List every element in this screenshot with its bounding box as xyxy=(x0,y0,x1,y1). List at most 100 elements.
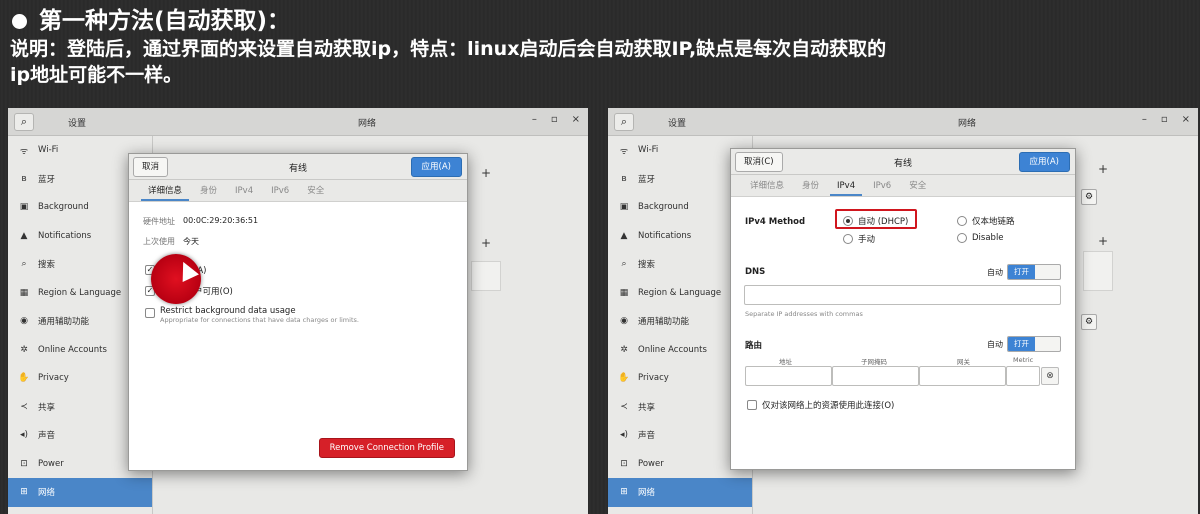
restrict-checkbox[interactable]: Restrict background data usage Appropria… xyxy=(145,306,359,324)
add-icon[interactable]: + xyxy=(1098,234,1108,248)
route-auto-toggle[interactable]: 打开 xyxy=(1007,336,1061,352)
toggle-on-label: 打开 xyxy=(1008,337,1035,351)
sidebar-item-label: 共享 xyxy=(638,402,656,413)
sidebar-item-label: Online Accounts xyxy=(38,344,107,355)
route-gateway-input[interactable] xyxy=(919,366,1006,386)
tab-3[interactable]: IPv6 xyxy=(866,175,898,196)
sidebar-item-label: 共享 xyxy=(38,402,56,413)
add-icon[interactable]: + xyxy=(481,166,491,180)
delete-route-icon[interactable]: ⊗ xyxy=(1041,367,1059,385)
sidebar-item-label: Notifications xyxy=(38,230,92,241)
privacy-icon: ✋ xyxy=(618,373,630,384)
wifi-icon: ᯤ xyxy=(19,146,29,157)
dialog-header: 取消(C) 有线 应用(A) xyxy=(731,149,1075,175)
search-icon: ⌕ xyxy=(620,115,628,128)
network-icon: ⊞ xyxy=(620,487,628,498)
hw-address-row: 硬件地址 00:0C:29:20:36:51 xyxy=(143,216,258,227)
radio-selected-icon xyxy=(843,216,853,226)
tab-1[interactable]: 身份 xyxy=(193,180,224,201)
maximize-icon[interactable]: ▫ xyxy=(1161,114,1168,125)
tab-4[interactable]: 安全 xyxy=(300,180,331,201)
network-title: 网络 xyxy=(358,119,377,129)
dns-auto-toggle[interactable]: 打开 xyxy=(1007,264,1061,280)
col-netmask: 子网掩码 xyxy=(861,358,887,366)
ipv4-method-label: IPv4 Method xyxy=(745,217,806,227)
radio-auto-dhcp[interactable]: 自动 (DHCP) xyxy=(843,215,908,227)
remove-connection-button[interactable]: Remove Connection Profile xyxy=(318,438,455,458)
route-metric-input[interactable] xyxy=(1006,366,1040,386)
route-auto-label: 自动 xyxy=(987,340,1003,349)
only-local-label: 仅对该网络上的资源使用此连接(O) xyxy=(762,401,895,411)
close-icon[interactable]: × xyxy=(572,114,580,125)
bell-icon: ▲ xyxy=(20,230,28,241)
tab-2[interactable]: IPv4 xyxy=(228,180,260,201)
bullet-icon xyxy=(12,13,27,29)
restrict-sublabel: Appropriate for connections that have da… xyxy=(160,316,359,324)
sidebar-item-label: Power xyxy=(38,458,64,469)
radio-icon xyxy=(957,216,967,226)
gear-icon[interactable]: ⚙ xyxy=(1081,314,1097,330)
heading-desc-line1: 说明：登陆后，通过界面的来设置自动获取ip，特点：linux启动后会自动获取IP… xyxy=(10,38,887,60)
window-controls: – ▫ × xyxy=(532,114,580,125)
sidebar-item-network[interactable]: ⊞ 网络 xyxy=(8,478,152,507)
network-icon: ⊞ xyxy=(20,487,28,498)
titlebar: ⌕ 设置 网络 – ▫ × xyxy=(8,108,588,136)
power-icon: ⊡ xyxy=(620,458,628,469)
tab-1[interactable]: 身份 xyxy=(795,175,826,196)
sidebar-item-label: 通用辅助功能 xyxy=(38,317,90,328)
dialog-header: 取消 有线 应用(A) xyxy=(129,154,467,180)
radio-disable[interactable]: Disable xyxy=(957,233,1004,243)
maximize-icon[interactable]: ▫ xyxy=(551,114,558,125)
tab-2[interactable]: IPv4 xyxy=(830,175,863,196)
minimize-icon[interactable]: – xyxy=(1142,114,1147,125)
bluetooth-icon: ʙ xyxy=(621,173,627,184)
network-title: 网络 xyxy=(958,119,977,129)
last-used-value: 今天 xyxy=(183,237,199,246)
route-address-input[interactable] xyxy=(745,366,832,386)
sidebar-item-network[interactable]: ⊞ 网络 xyxy=(608,478,752,507)
region-icon: ▦ xyxy=(19,287,29,298)
last-used-row: 上次使用 今天 xyxy=(143,236,199,247)
wired-dialog: 取消 有线 应用(A) 详细信息 身份 IPv4 IPv6 安全 硬件地址 00:0C:… xyxy=(128,153,468,471)
window-controls: – ▫ × xyxy=(1142,114,1190,125)
tab-0[interactable]: 详细信息 xyxy=(141,180,190,201)
accessibility-icon: ◉ xyxy=(620,316,628,327)
radio-manual[interactable]: 手动 xyxy=(843,233,875,245)
panel-row xyxy=(1083,251,1113,291)
search-button[interactable]: ⌕ xyxy=(14,113,34,131)
dns-input[interactable] xyxy=(744,285,1061,305)
add-icon[interactable]: + xyxy=(1098,162,1108,176)
add-icon[interactable]: + xyxy=(481,236,491,250)
search-button[interactable]: ⌕ xyxy=(614,113,634,131)
tab-0[interactable]: 详细信息 xyxy=(743,175,791,196)
sidebar-item-label: 蓝牙 xyxy=(638,174,656,185)
sidebar-item-label: Privacy xyxy=(638,373,669,384)
route-netmask-input[interactable] xyxy=(832,366,919,386)
radio-link-local-label: 仅本地链路 xyxy=(972,217,1015,227)
close-icon[interactable]: × xyxy=(1182,114,1190,125)
apply-button[interactable]: 应用(A) xyxy=(1018,152,1070,172)
sidebar-item-label: 搜索 xyxy=(38,260,56,271)
wifi-icon: ᯤ xyxy=(619,146,629,157)
tab-4[interactable]: 安全 xyxy=(902,175,933,196)
online-accounts-icon: ✲ xyxy=(20,344,28,355)
minimize-icon[interactable]: – xyxy=(532,114,537,125)
radio-link-local[interactable]: 仅本地链路 xyxy=(957,215,1015,227)
online-accounts-icon: ✲ xyxy=(620,344,628,355)
sidebar-item-label: 通用辅助功能 xyxy=(638,317,690,328)
radio-icon xyxy=(843,234,853,244)
sidebar-item-label: 网络 xyxy=(38,488,56,499)
only-local-checkbox[interactable]: 仅对该网络上的资源使用此连接(O) xyxy=(747,399,894,411)
settings-window-right: ⌕ 设置 网络 – ▫ × ᯤ Wi-Fi ʙ 蓝牙 ▣ Background ▲ Notif… xyxy=(608,108,1198,514)
radio-icon xyxy=(957,233,967,243)
sidebar-item-label: 蓝牙 xyxy=(38,174,56,185)
share-icon: ≺ xyxy=(620,401,628,412)
tab-3[interactable]: IPv6 xyxy=(264,180,296,201)
sidebar-item-label: Power xyxy=(638,458,664,469)
hw-address-value: 00:0C:29:20:36:51 xyxy=(183,216,259,225)
sidebar-item-label: Privacy xyxy=(38,373,69,384)
gear-icon[interactable]: ⚙ xyxy=(1081,189,1097,205)
apply-button[interactable]: 应用(A) xyxy=(410,157,462,177)
background-icon: ▣ xyxy=(619,202,629,213)
sidebar-item-label: Region & Language xyxy=(38,287,122,298)
